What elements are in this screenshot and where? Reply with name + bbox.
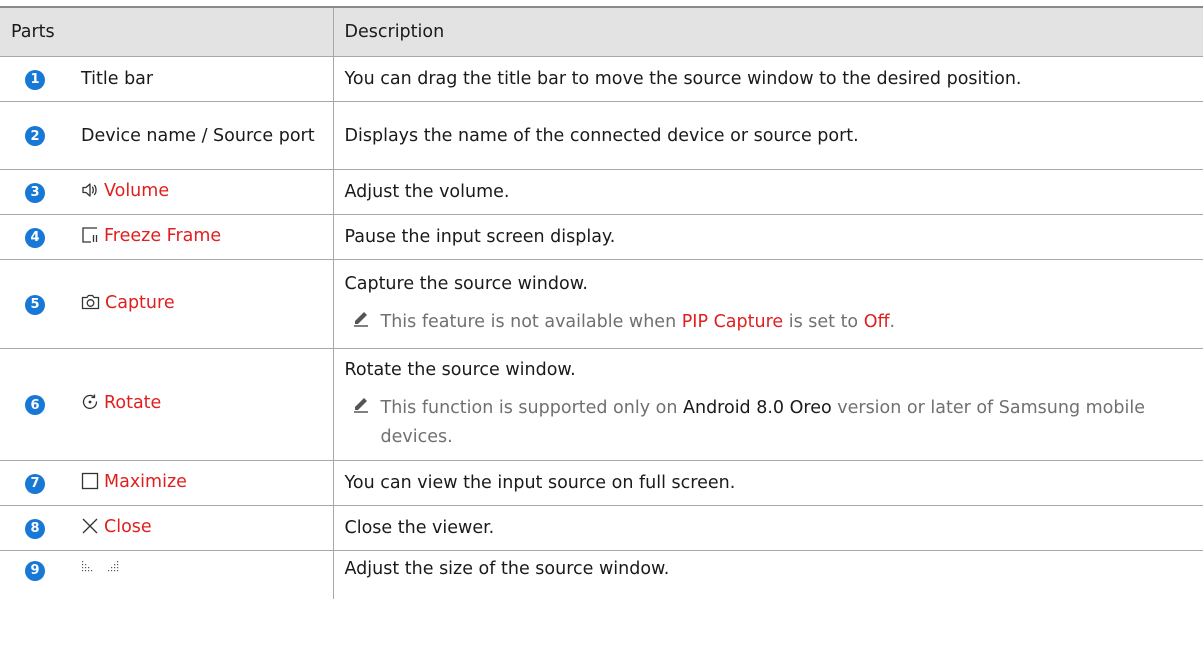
- note-text: This function is supported only on: [380, 397, 683, 418]
- table-header-row: Parts Description: [0, 6, 1203, 57]
- part-name: Maximize: [104, 471, 187, 492]
- table-row: 5 Capture Capture the source window. Thi…: [0, 259, 1203, 349]
- table-row: 1 Title bar You can drag the title bar t…: [0, 56, 1203, 102]
- header-parts: Parts: [0, 6, 334, 57]
- table-row: 8 Close Close the viewer.: [0, 505, 1203, 551]
- number-badge: 3: [25, 182, 45, 203]
- note-version: Android 8.0 Oreo: [683, 397, 832, 418]
- rotate-icon: [81, 393, 99, 416]
- freeze-frame-icon: [81, 226, 99, 249]
- parts-table: Parts Description 1 Title bar You can dr…: [0, 6, 1203, 599]
- speaker-icon: [81, 181, 99, 204]
- close-icon: [81, 517, 99, 540]
- part-name: Volume: [104, 180, 170, 201]
- number-badge: 2: [25, 126, 45, 147]
- table-row: 9 Adjust the size of the source window.: [0, 550, 1203, 599]
- part-description: Pause the input screen display.: [332, 214, 1203, 260]
- part-name: Title bar: [66, 56, 334, 102]
- part-description: Capture the source window.: [344, 273, 588, 294]
- number-badge: 9: [25, 560, 45, 581]
- number-badge: 5: [25, 294, 45, 315]
- part-name: Capture: [105, 292, 175, 313]
- header-description: Description: [332, 6, 1203, 57]
- number-badge: 6: [25, 395, 45, 416]
- part-description: Adjust the volume.: [332, 169, 1203, 215]
- note-text: This feature is not available when: [380, 311, 682, 332]
- table-row: 4 Freeze Frame Pause the input screen di…: [0, 214, 1203, 260]
- part-description: Adjust the size of the source window.: [332, 550, 1203, 599]
- note-setting-name: PIP Capture: [681, 311, 784, 332]
- note: This function is supported only on Andro…: [345, 394, 1193, 452]
- note-setting-value: Off: [863, 311, 890, 332]
- resize-handle-icon: [81, 559, 121, 582]
- table-row: 6 Rotate Rotate the source window. This …: [0, 348, 1203, 461]
- table-row: 2 Device name / Source port Displays the…: [0, 101, 1203, 170]
- pencil-icon: [353, 397, 368, 413]
- note-text: .: [889, 311, 896, 332]
- camera-icon: [81, 293, 100, 316]
- number-badge: 8: [25, 518, 45, 539]
- maximize-icon: [81, 472, 99, 495]
- number-badge: 1: [25, 69, 45, 90]
- part-name: Close: [104, 516, 152, 537]
- part-name: Freeze Frame: [104, 225, 222, 246]
- part-description: Displays the name of the connected devic…: [332, 101, 1203, 170]
- part-description: You can drag the title bar to move the s…: [332, 56, 1203, 102]
- pencil-icon: [353, 311, 368, 327]
- table-row: 3 Volume Adjust the volume.: [0, 169, 1203, 215]
- part-description: You can view the input source on full sc…: [332, 460, 1203, 506]
- part-description: Close the viewer.: [332, 505, 1203, 551]
- part-description: Rotate the source window.: [344, 359, 576, 380]
- part-name: Rotate: [104, 393, 162, 413]
- note: This feature is not available when PIP C…: [345, 308, 1193, 337]
- number-badge: 7: [25, 473, 45, 494]
- table-row: 7 Maximize You can view the input source…: [0, 460, 1203, 506]
- number-badge: 4: [25, 227, 45, 248]
- note-text: is set to: [783, 311, 864, 332]
- part-name: Device name / Source port: [66, 101, 334, 170]
